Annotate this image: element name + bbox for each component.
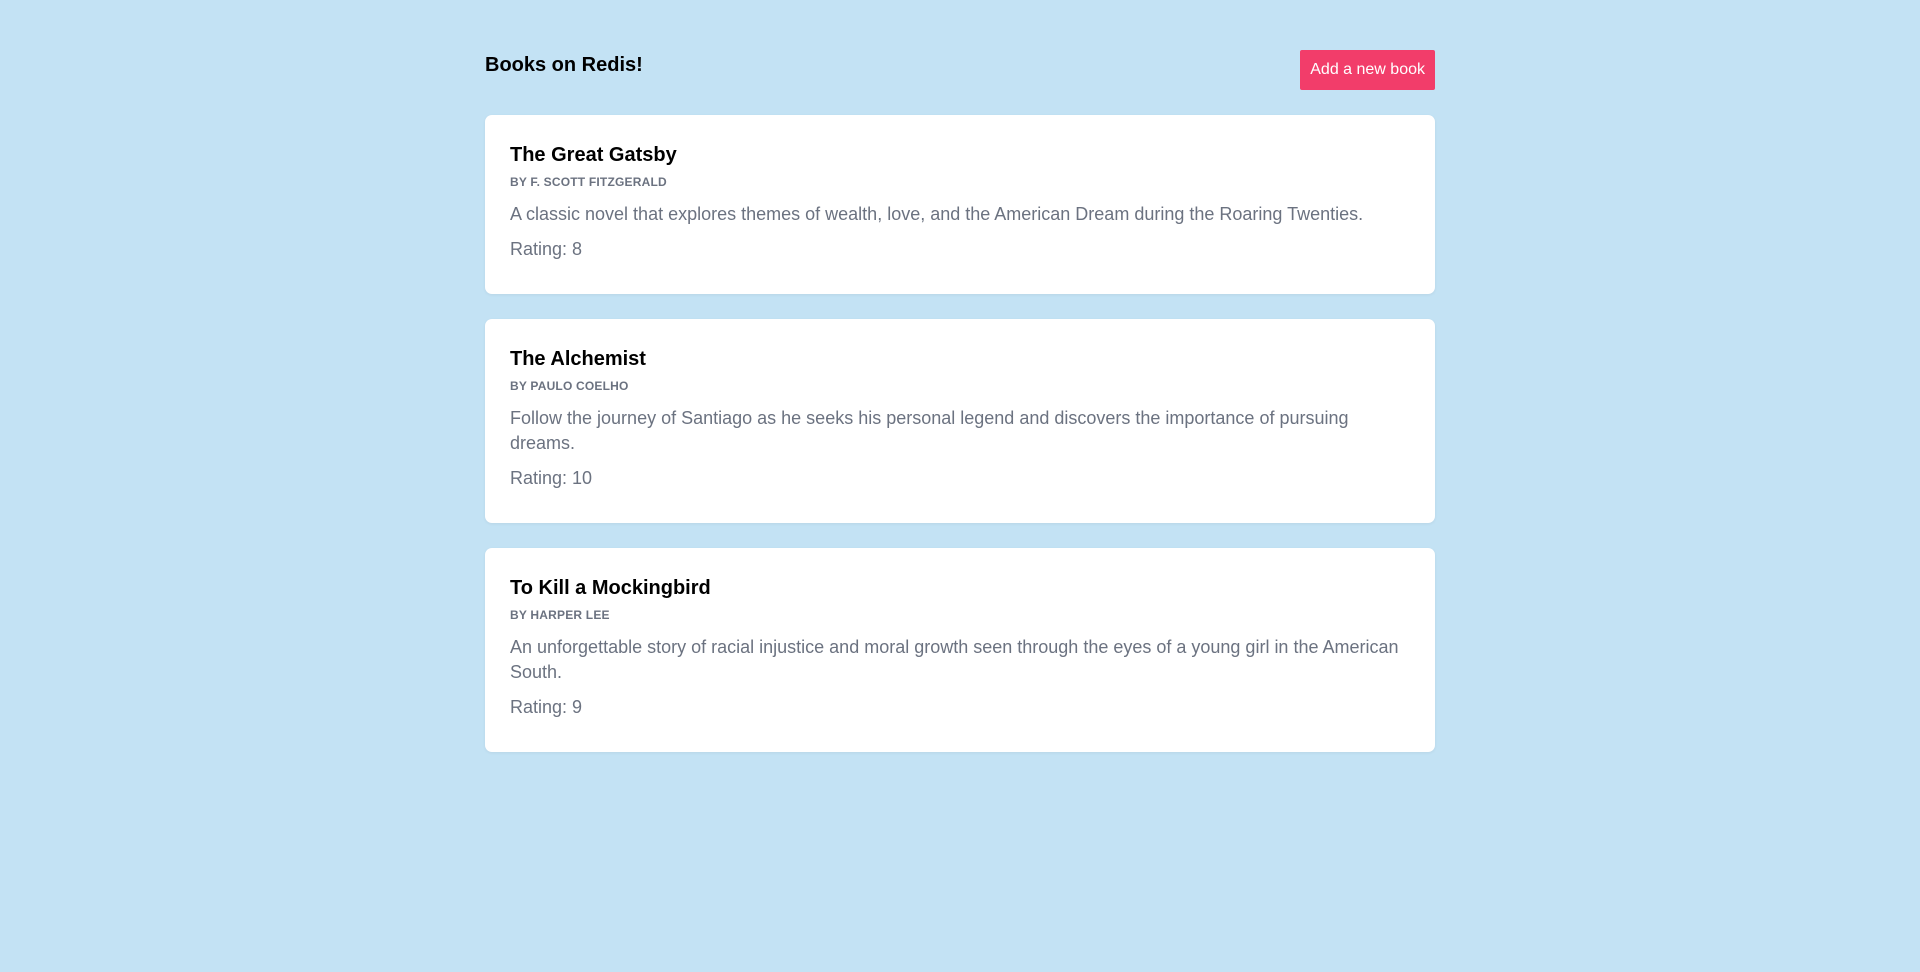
book-title: The Great Gatsby bbox=[510, 144, 677, 166]
book-card: The Great Gatsby By F. Scott Fitzgerald … bbox=[485, 115, 1435, 294]
book-author: By F. Scott Fitzgerald bbox=[510, 175, 667, 189]
page-header: Books on Redis! Add a new book bbox=[485, 0, 1435, 115]
book-author: By Harper Lee bbox=[510, 608, 610, 622]
book-description: An unforgettable story of racial injusti… bbox=[510, 637, 1399, 682]
book-card: To Kill a Mockingbird By Harper Lee An u… bbox=[485, 548, 1435, 752]
book-description: Follow the journey of Santiago as he see… bbox=[510, 408, 1349, 453]
book-title: To Kill a Mockingbird bbox=[510, 577, 711, 599]
book-list: The Great Gatsby By F. Scott Fitzgerald … bbox=[485, 115, 1435, 752]
book-rating: Rating: 10 bbox=[510, 468, 593, 488]
page-title: Books on Redis! bbox=[485, 54, 643, 76]
add-new-book-button[interactable]: Add a new book bbox=[1300, 50, 1435, 90]
book-description: A classic novel that explores themes of … bbox=[510, 204, 1364, 224]
main-container: Books on Redis! Add a new book The Great… bbox=[485, 0, 1435, 777]
book-author: By Paulo Coelho bbox=[510, 379, 629, 393]
book-rating: Rating: 9 bbox=[510, 697, 583, 717]
book-title: The Alchemist bbox=[510, 348, 646, 370]
book-rating: Rating: 8 bbox=[510, 239, 583, 259]
book-card: The Alchemist By Paulo Coelho Follow the… bbox=[485, 319, 1435, 523]
